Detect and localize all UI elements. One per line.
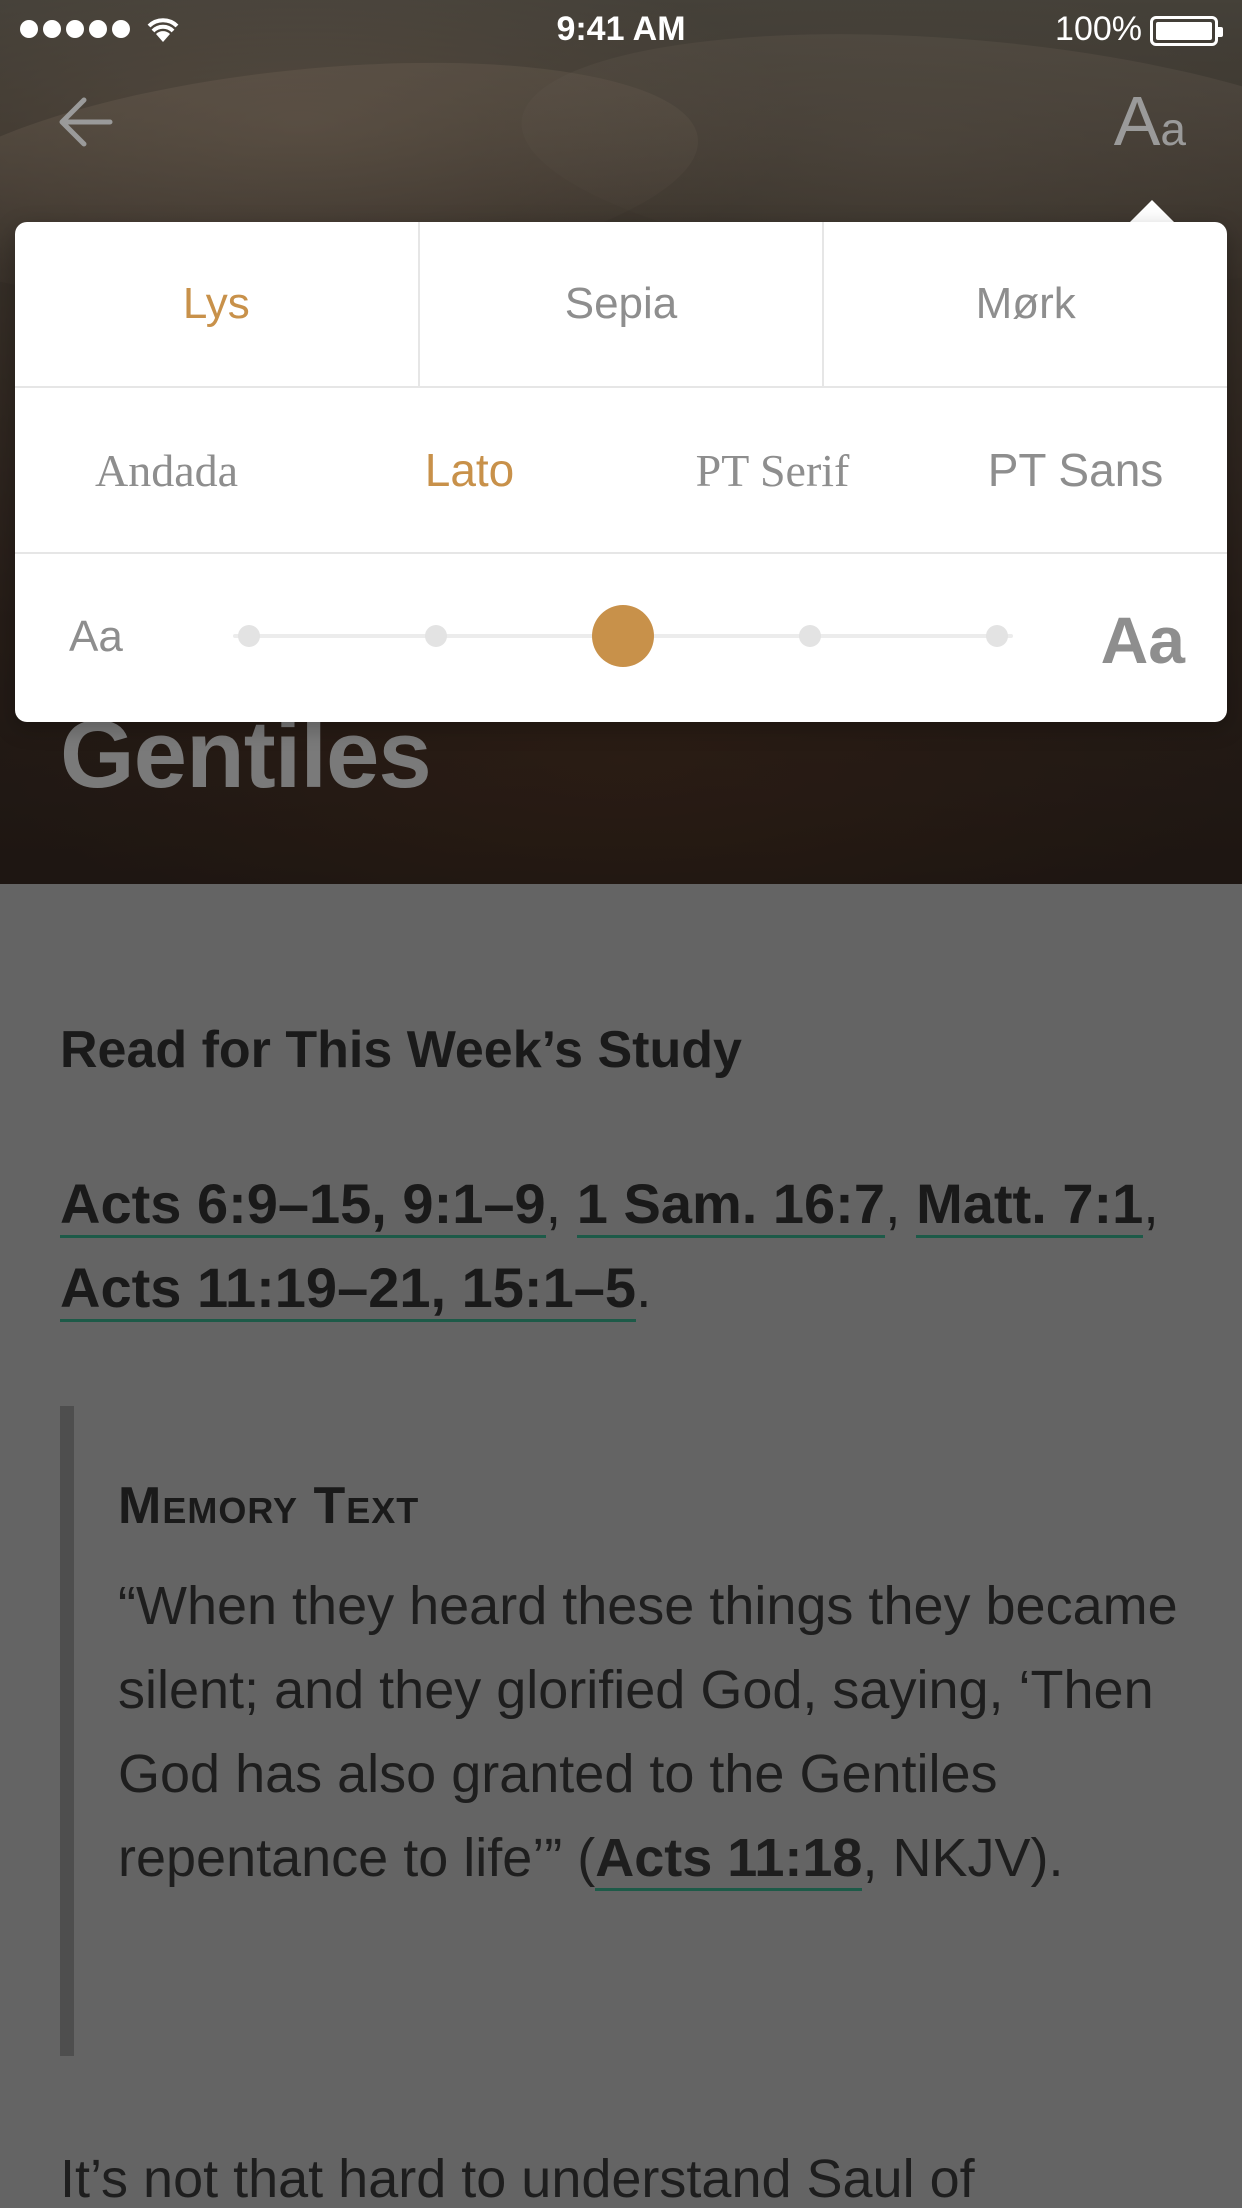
memory-text-body: “When they heard these things they becam…: [118, 1564, 1180, 1900]
section-heading: Read for This Week’s Study: [60, 1021, 742, 1079]
slider-stop[interactable]: [986, 625, 1008, 647]
battery-percentage: 100%: [1055, 10, 1142, 48]
theme-option-sepia[interactable]: Sepia: [417, 222, 823, 386]
font-option-pt-serif[interactable]: PT Serif: [621, 444, 924, 497]
font-settings-icon-big: A: [1113, 82, 1161, 160]
reading-settings-popover: Lys Sepia Mørk Andada Lato PT Serif PT S…: [15, 222, 1227, 722]
reference-link[interactable]: Acts 6:9–15, 9:1–9: [60, 1172, 546, 1238]
font-settings-button[interactable]: Aa: [1114, 86, 1186, 156]
font-size-small-label: Aa: [69, 612, 123, 661]
separator: ,: [1143, 1172, 1159, 1235]
reference-link[interactable]: 1 Sam. 16:7: [576, 1172, 885, 1238]
reference-link[interactable]: Matt. 7:1: [916, 1172, 1144, 1238]
font-settings-icon-small: a: [1160, 103, 1186, 155]
reference-link[interactable]: Acts 11:19–21, 15:1–5: [60, 1256, 636, 1322]
body-paragraph: It’s not that hard to understand Saul of: [60, 2149, 975, 2208]
memory-text-title: Memory Text: [118, 1477, 420, 1535]
separator: ,: [545, 1172, 562, 1235]
reading-references: Acts 6:9–15, 9:1–9, 1 Sam. 16:7, Matt. 7…: [60, 1162, 1180, 1330]
reference-link[interactable]: Acts 11:18: [595, 1828, 863, 1891]
memory-text-block: Memory Text “When they heard these thing…: [60, 1406, 1180, 2056]
theme-selector: Lys Sepia Mørk: [15, 222, 1227, 388]
theme-option-mork[interactable]: Mørk: [822, 222, 1227, 386]
theme-option-lys[interactable]: Lys: [15, 222, 418, 386]
status-bar: 9:41 AM 100%: [0, 0, 1242, 60]
separator: .: [636, 1256, 652, 1319]
popover-arrow: [1128, 200, 1176, 224]
font-option-pt-sans[interactable]: PT Sans: [924, 443, 1227, 497]
back-arrow-icon[interactable]: [56, 92, 116, 152]
lesson-content: Read for This Week’s Study Acts 6:9–15, …: [60, 1020, 1180, 2208]
slider-knob[interactable]: [592, 605, 654, 667]
slider-stop[interactable]: [238, 625, 260, 647]
font-option-lato[interactable]: Lato: [318, 443, 621, 497]
font-size-large-label: Aa: [1100, 603, 1185, 677]
separator: ,: [884, 1172, 901, 1235]
memory-text-citation: , NKJV).: [862, 1828, 1064, 1888]
font-selector: Andada Lato PT Serif PT Sans: [15, 388, 1227, 554]
slider-stop[interactable]: [425, 625, 447, 647]
font-size-slider[interactable]: Aa Aa: [15, 554, 1227, 720]
font-option-andada[interactable]: Andada: [15, 444, 318, 497]
battery-icon: [1150, 16, 1223, 46]
slider-stop[interactable]: [799, 625, 821, 647]
